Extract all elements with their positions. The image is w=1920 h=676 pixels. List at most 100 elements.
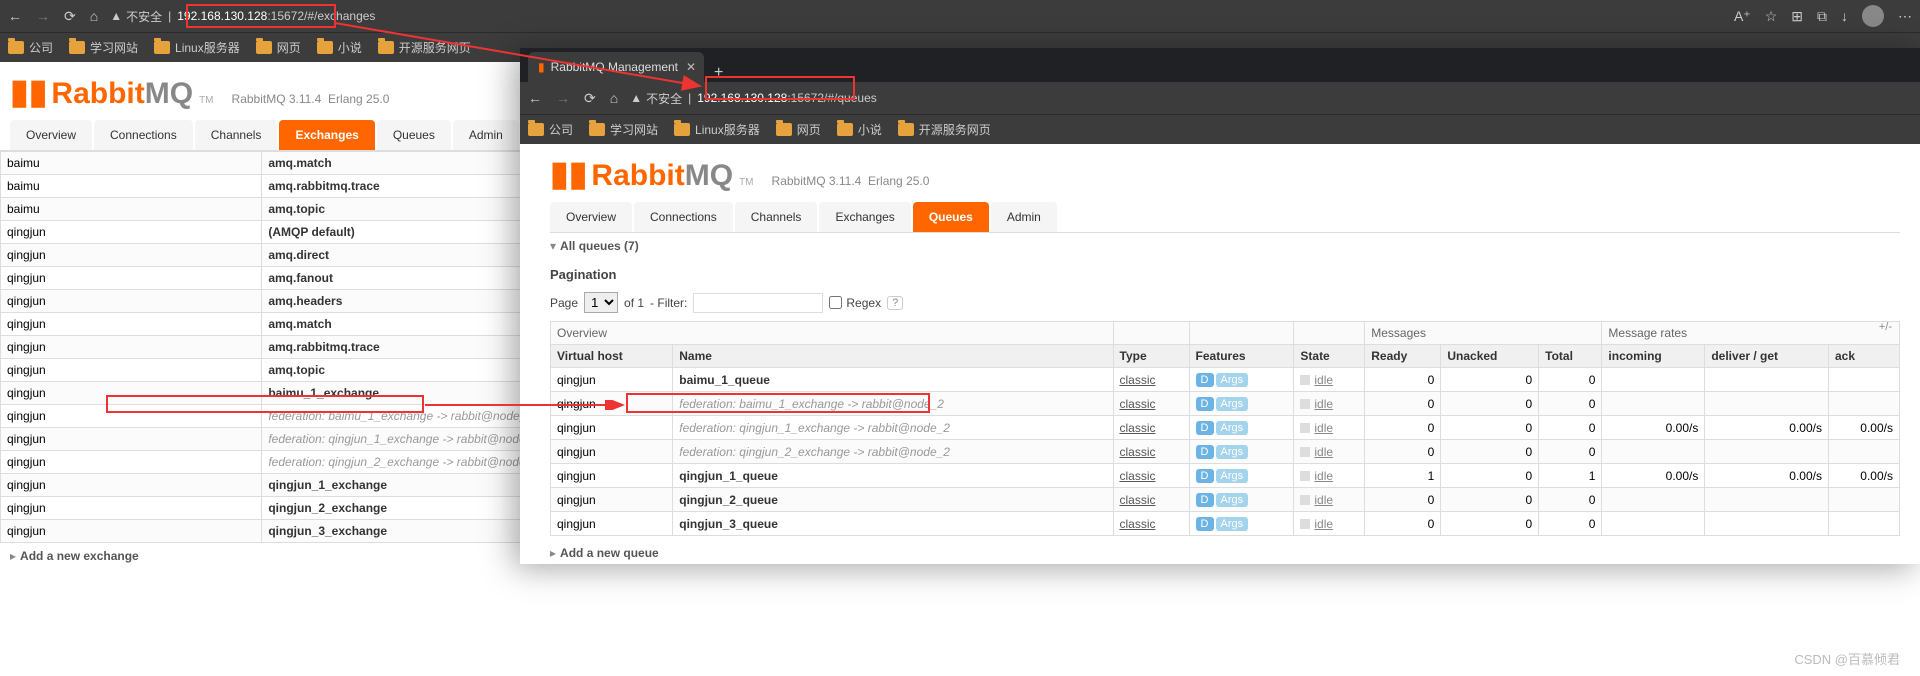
total-cell: 0: [1539, 416, 1602, 440]
deliver-cell: 0.00/s: [1705, 464, 1829, 488]
column-header[interactable]: Total: [1539, 345, 1602, 368]
deliver-cell: [1705, 512, 1829, 536]
regex-checkbox[interactable]: Regex: [829, 296, 881, 310]
vhost-cell: qingjun: [551, 488, 673, 512]
ready-cell: 0: [1365, 488, 1441, 512]
column-header[interactable]: Unacked: [1441, 345, 1539, 368]
rabbitmq-queues-page: ▮▮ RabbitMQ TM RabbitMQ 3.11.4 Erlang 25…: [520, 144, 1920, 564]
tab-connections[interactable]: Connections: [634, 202, 733, 232]
url-text[interactable]: 192.168.130.128:15672/#/exchanges: [177, 9, 375, 23]
browser-tab[interactable]: ▮ RabbitMQ Management ✕: [528, 52, 704, 82]
add-queue-toggle[interactable]: ▸Add a new queue: [550, 536, 1900, 564]
filter-input[interactable]: [693, 293, 823, 313]
bookmark-item[interactable]: 网页: [256, 39, 301, 56]
folder-icon: [256, 41, 272, 54]
type-cell: classic: [1113, 416, 1189, 440]
tab-overview[interactable]: Overview: [10, 120, 92, 150]
vhost-cell: qingjun: [1, 359, 262, 382]
tab-connections[interactable]: Connections: [94, 120, 193, 150]
bookmark-item[interactable]: 小说: [317, 39, 362, 56]
incoming-cell: [1602, 512, 1705, 536]
type-cell: classic: [1113, 440, 1189, 464]
state-cell: idle: [1294, 392, 1365, 416]
tab-admin[interactable]: Admin: [991, 202, 1057, 232]
extensions-icon[interactable]: ⊞: [1791, 8, 1803, 25]
bookmark-item[interactable]: 开源服务网页: [898, 121, 991, 138]
name-cell[interactable]: baimu_1_queue: [673, 368, 1113, 392]
tab-exchanges[interactable]: Exchanges: [279, 120, 374, 150]
column-header[interactable]: State: [1294, 345, 1365, 368]
forward-icon[interactable]: →: [36, 8, 50, 25]
name-cell[interactable]: federation: qingjun_2_exchange -> rabbit…: [673, 440, 1113, 464]
column-header[interactable]: Virtual host: [551, 345, 673, 368]
back-icon[interactable]: ←: [528, 90, 542, 107]
total-cell: 0: [1539, 368, 1602, 392]
tab-exchanges[interactable]: Exchanges: [819, 202, 910, 232]
bookmark-item[interactable]: 学习网站: [69, 39, 138, 56]
folder-icon: [776, 123, 792, 136]
text-size-icon[interactable]: A⁺: [1734, 8, 1751, 25]
of-label: of 1: [624, 296, 644, 310]
home-icon[interactable]: ⌂: [90, 8, 98, 25]
pagination-heading: Pagination: [550, 267, 1900, 282]
bookmark-item[interactable]: 小说: [837, 121, 882, 138]
insecure-badge: ▲ 不安全: [630, 90, 682, 107]
all-queues-toggle[interactable]: ▾All queues (7): [550, 233, 1900, 259]
new-tab-button[interactable]: +: [704, 64, 733, 82]
forward-icon[interactable]: →: [556, 90, 570, 107]
tab-queues[interactable]: Queues: [913, 202, 989, 232]
unacked-cell: 0: [1441, 488, 1539, 512]
folder-icon: [837, 123, 853, 136]
features-cell: DArgs: [1189, 368, 1294, 392]
collections-icon[interactable]: ⧉: [1817, 8, 1827, 25]
columns-toggle[interactable]: +/-: [1879, 321, 1892, 333]
column-header[interactable]: Features: [1189, 345, 1294, 368]
tab-overview[interactable]: Overview: [550, 202, 632, 232]
features-cell: DArgs: [1189, 488, 1294, 512]
state-cell: idle: [1294, 440, 1365, 464]
column-header[interactable]: Ready: [1365, 345, 1441, 368]
name-cell[interactable]: qingjun_3_queue: [673, 512, 1113, 536]
column-header[interactable]: Name: [673, 345, 1113, 368]
close-icon[interactable]: ✕: [686, 60, 696, 74]
home-icon[interactable]: ⌂: [610, 90, 618, 107]
bookmark-item[interactable]: 公司: [8, 39, 53, 56]
state-cell: idle: [1294, 488, 1365, 512]
star-icon[interactable]: ☆: [1765, 8, 1778, 25]
ack-cell: [1829, 512, 1900, 536]
rabbitmq-logo: ▮▮ RabbitMQ TM RabbitMQ 3.11.4 Erlang 25…: [550, 154, 1900, 194]
tab-admin[interactable]: Admin: [453, 120, 519, 150]
name-cell[interactable]: federation: baimu_1_exchange -> rabbit@n…: [673, 392, 1113, 416]
column-header[interactable]: incoming: [1602, 345, 1705, 368]
vhost-cell: qingjun: [551, 416, 673, 440]
bookmark-item[interactable]: Linux服务器: [674, 121, 760, 138]
tab-channels[interactable]: Channels: [735, 202, 818, 232]
name-cell[interactable]: federation: qingjun_1_exchange -> rabbit…: [673, 416, 1113, 440]
tab-queues[interactable]: Queues: [377, 120, 451, 150]
tab-channels[interactable]: Channels: [195, 120, 278, 150]
name-cell[interactable]: qingjun_2_queue: [673, 488, 1113, 512]
back-icon[interactable]: ←: [8, 8, 22, 25]
bookmark-item[interactable]: 开源服务网页: [378, 39, 471, 56]
column-header[interactable]: ack: [1829, 345, 1900, 368]
url-text[interactable]: 192.168.130.128:15672/#/queues: [697, 91, 877, 105]
avatar[interactable]: [1862, 5, 1884, 27]
refresh-icon[interactable]: ⟳: [64, 8, 76, 25]
unacked-cell: 0: [1441, 392, 1539, 416]
bookmark-item[interactable]: 学习网站: [589, 121, 658, 138]
state-cell: idle: [1294, 368, 1365, 392]
type-cell: classic: [1113, 464, 1189, 488]
column-header[interactable]: Type: [1113, 345, 1189, 368]
name-cell[interactable]: qingjun_1_queue: [673, 464, 1113, 488]
page-select[interactable]: 1: [584, 292, 618, 313]
more-icon[interactable]: ⋯: [1898, 8, 1912, 25]
help-icon[interactable]: ?: [887, 296, 903, 310]
bookmark-item[interactable]: Linux服务器: [154, 39, 240, 56]
incoming-cell: [1602, 392, 1705, 416]
download-icon[interactable]: ↓: [1841, 8, 1848, 24]
vhost-cell: qingjun: [1, 497, 262, 520]
refresh-icon[interactable]: ⟳: [584, 90, 596, 107]
bookmark-item[interactable]: 公司: [528, 121, 573, 138]
bookmark-item[interactable]: 网页: [776, 121, 821, 138]
column-header[interactable]: deliver / get: [1705, 345, 1829, 368]
